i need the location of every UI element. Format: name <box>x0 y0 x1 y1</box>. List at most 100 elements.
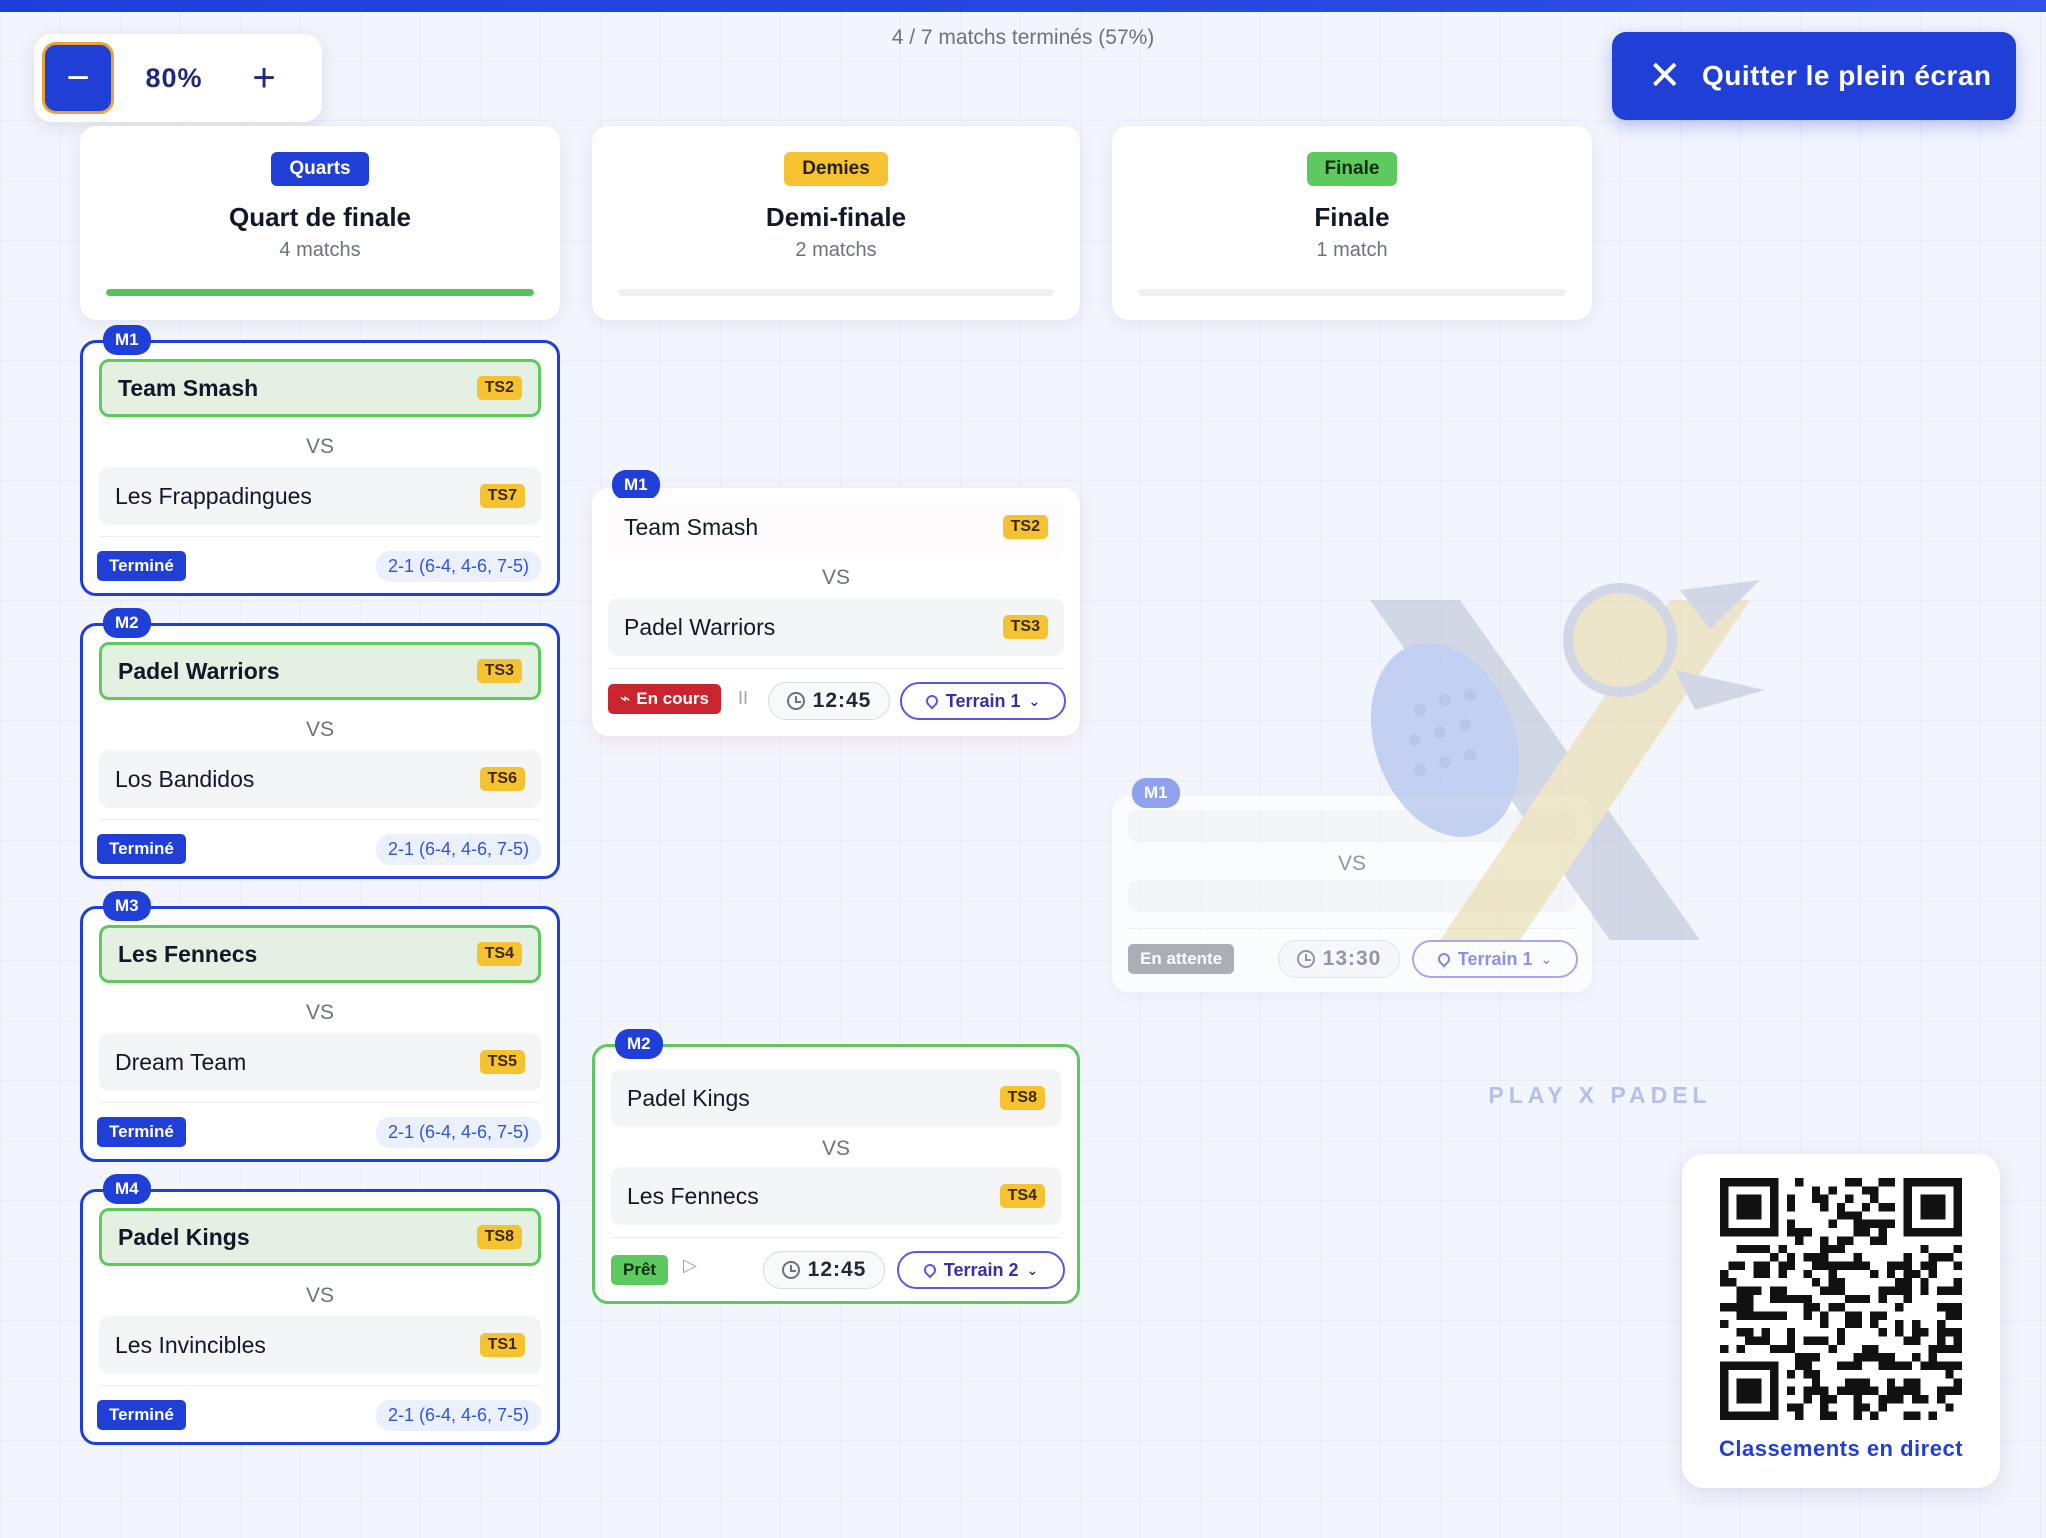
team-name: Les Frappadingues <box>115 482 312 509</box>
round-progress-bar <box>618 289 1054 296</box>
live-rankings-qr-card[interactable]: Classements en direct <box>1682 1154 2000 1488</box>
top-accent-bar <box>0 0 2046 12</box>
vs-label: VS <box>305 718 334 741</box>
match-card-qf-m3[interactable]: M3 Les Fennecs TS4 VS Dream Team TS5 Ter… <box>80 891 560 1162</box>
team-slot: Padel Warriors TS3 <box>608 598 1064 656</box>
seed-badge: TS2 <box>1002 515 1048 539</box>
round-badge: Finale <box>1306 152 1398 186</box>
match-tag: M1 <box>103 325 151 355</box>
court-select[interactable]: Terrain 2 ⌄ <box>897 1251 1065 1289</box>
match-card-qf-m1[interactable]: M1 Team Smash TS2 VS Les Frappadingues T… <box>80 325 560 596</box>
score-badge: 2-1 (6-4, 4-6, 7-5) <box>375 1117 541 1148</box>
plus-icon: + <box>252 55 276 100</box>
match-card-sf-m2[interactable]: M2 Padel Kings TS8 VS Les Fennecs TS4 Pr… <box>592 1029 1080 1304</box>
status-badge-live: ⌁ En cours <box>608 684 721 714</box>
match-tag: M2 <box>615 1029 663 1059</box>
team-name: Los Bandidos <box>115 765 255 792</box>
team-name: Padel Warriors <box>118 657 280 684</box>
minus-icon: − <box>66 56 90 100</box>
round-title: Quart de finale <box>228 202 412 232</box>
seed-badge: TS8 <box>999 1086 1045 1110</box>
status-label: En cours <box>636 689 709 708</box>
seed-badge: TS2 <box>476 376 522 400</box>
vs-label: VS <box>821 566 850 589</box>
zoom-control: − 80% + <box>34 34 322 122</box>
match-tag: M2 <box>103 608 151 638</box>
vs-label: VS <box>305 1284 334 1307</box>
seed-badge: TS8 <box>476 1225 522 1249</box>
team-name: Team Smash <box>118 374 259 401</box>
chevron-down-icon: ⌄ <box>1026 1261 1039 1278</box>
zoom-out-button[interactable]: − <box>42 42 114 114</box>
clock-icon <box>1296 950 1315 968</box>
qr-label: Classements en direct <box>1718 1436 1964 1461</box>
seed-badge: TS1 <box>479 1333 525 1357</box>
vs-label: VS <box>305 435 334 458</box>
seed-badge: TS7 <box>479 484 525 508</box>
play-icon[interactable]: ▷ <box>683 1255 697 1276</box>
seed-badge: TS3 <box>476 659 522 683</box>
team-name: Padel Warriors <box>624 613 776 640</box>
seed-badge: TS5 <box>479 1050 525 1074</box>
pause-icon[interactable]: II <box>738 688 748 709</box>
status-badge: Terminé <box>97 1117 186 1147</box>
match-card-qf-m4[interactable]: M4 Padel Kings TS8 VS Les Invincibles TS… <box>80 1174 560 1445</box>
location-pin-icon <box>921 1261 939 1279</box>
round-match-count: 1 match <box>1316 239 1388 261</box>
status-badge-pending: En attente <box>1128 944 1235 974</box>
score-badge: 2-1 (6-4, 4-6, 7-5) <box>375 551 541 582</box>
zoom-level: 80% <box>145 62 203 93</box>
team-name: Les Fennecs <box>118 940 258 967</box>
round-match-count: 2 matchs <box>795 239 877 261</box>
status-badge: Terminé <box>97 1400 186 1430</box>
round-match-count: 4 matchs <box>279 239 361 261</box>
status-badge-ready: Prêt <box>611 1255 669 1285</box>
divider <box>99 1102 541 1103</box>
match-tag: M3 <box>103 891 151 921</box>
seed-badge: TS6 <box>479 767 525 791</box>
team-slot: Los Bandidos TS6 <box>99 750 541 808</box>
team-slot-winner: Padel Warriors TS3 <box>99 642 541 700</box>
team-name: Padel Kings <box>118 1223 250 1250</box>
status-badge: Terminé <box>97 551 186 581</box>
match-time: 12:45 <box>763 1251 885 1289</box>
team-slot: Dream Team TS5 <box>99 1033 541 1091</box>
match-tag: M1 <box>612 470 660 500</box>
column-header-final: Finale Finale 1 match <box>1112 126 1592 320</box>
qr-code-icon <box>1720 1178 1962 1420</box>
score-badge: 2-1 (6-4, 4-6, 7-5) <box>375 1400 541 1431</box>
seed-badge: TS3 <box>1002 615 1048 639</box>
exit-fullscreen-label: Quitter le plein écran <box>1702 60 1992 91</box>
team-slot: Team Smash TS2 <box>608 498 1064 556</box>
brand-name: PLAY X PADEL <box>1488 1082 1712 1108</box>
vs-label: VS <box>305 1001 334 1024</box>
team-name: Les Invincibles <box>115 1331 266 1358</box>
court-select[interactable]: Terrain 1 ⌄ <box>900 682 1066 720</box>
match-card-qf-m2[interactable]: M2 Padel Warriors TS3 VS Los Bandidos TS… <box>80 608 560 879</box>
time-label: 12:45 <box>812 689 872 712</box>
clock-icon <box>786 692 805 710</box>
close-icon: ✕ <box>1648 54 1683 98</box>
round-progress-bar <box>1138 289 1566 296</box>
divider <box>99 819 541 820</box>
zoom-in-button[interactable]: + <box>234 48 294 108</box>
match-card-sf-m1[interactable]: M1 Team Smash TS2 VS Padel Warriors TS3 … <box>592 470 1080 736</box>
time-label: 12:45 <box>807 1258 867 1281</box>
team-slot-winner: Team Smash TS2 <box>99 359 541 417</box>
team-slot: Les Invincibles TS1 <box>99 1316 541 1374</box>
exit-fullscreen-button[interactable]: ✕ Quitter le plein écran <box>1612 32 2016 120</box>
column-header-semifinals: Demies Demi-finale 2 matchs <box>592 126 1080 320</box>
team-name: Les Fennecs <box>627 1182 759 1209</box>
chevron-down-icon: ⌄ <box>1028 692 1041 709</box>
team-slot: Les Fennecs TS4 <box>611 1167 1061 1225</box>
location-pin-icon <box>923 692 941 710</box>
court-label: Terrain 2 <box>943 1259 1019 1280</box>
clock-icon <box>781 1261 800 1279</box>
status-badge: Terminé <box>97 834 186 864</box>
team-name: Dream Team <box>115 1048 247 1075</box>
divider <box>99 536 541 537</box>
round-progress-bar <box>106 289 534 296</box>
round-badge: Demies <box>784 152 888 186</box>
divider <box>611 1237 1061 1238</box>
team-name: Padel Kings <box>627 1084 750 1111</box>
